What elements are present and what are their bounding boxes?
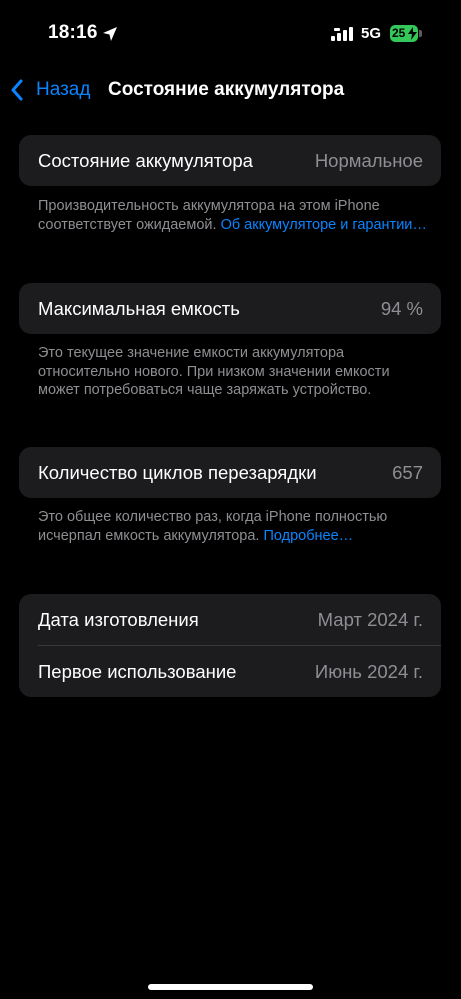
cycle-count-card: Количество циклов перезарядки 657 <box>19 447 441 498</box>
charging-bolt-icon <box>408 27 417 40</box>
manufacture-date-row: Дата изготовления Март 2024 г. <box>19 594 441 645</box>
page-title: Состояние аккумулятора <box>108 79 345 100</box>
status-time: 18:16 <box>48 22 98 43</box>
battery-percent: 25 <box>392 26 406 40</box>
back-button[interactable]: Назад <box>10 78 90 102</box>
max-capacity-value: 94 % <box>380 297 423 319</box>
battery-warranty-link[interactable]: Об аккумуляторе и гарантии… <box>221 217 427 233</box>
learn-more-link[interactable]: Подробнее… <box>263 528 353 544</box>
max-capacity-note: Это текущее значение емкости аккумулятор… <box>38 344 428 400</box>
cycle-count-row: Количество циклов перезарядки 657 <box>19 447 441 498</box>
status-bar: 18:16 5G 25 <box>0 0 461 70</box>
battery-health-note: Производительность аккумулятора на этом … <box>38 197 428 234</box>
manufacture-date-value: Март 2024 г. <box>317 608 423 630</box>
max-capacity-note-text: Это текущее значение емкости аккумулятор… <box>38 345 390 398</box>
cycle-count-value: 657 <box>392 461 423 483</box>
network-type: 5G <box>361 25 382 42</box>
max-capacity-row: Максимальная емкость 94 % <box>19 283 441 334</box>
battery-icon: 25 <box>390 25 422 42</box>
first-use-row: Первое использование Июнь 2024 г. <box>19 646 441 697</box>
dates-card: Дата изготовления Март 2024 г. Первое ис… <box>19 594 441 697</box>
battery-health-value: Нормальное <box>314 149 423 171</box>
location-arrow-icon <box>103 27 117 41</box>
back-label: Назад <box>36 79 91 100</box>
nav-bar: Назад Состояние аккумулятора <box>0 70 461 110</box>
battery-health-row: Состояние аккумулятора Нормальное <box>19 135 441 186</box>
chevron-left-icon <box>11 79 23 101</box>
cycle-count-label: Количество циклов перезарядки <box>38 461 317 483</box>
manufacture-date-label: Дата изготовления <box>38 608 199 630</box>
battery-health-label: Состояние аккумулятора <box>38 149 253 171</box>
battery-health-card: Состояние аккумулятора Нормальное <box>19 135 441 186</box>
first-use-label: Первое использование <box>38 660 237 682</box>
home-indicator[interactable] <box>148 984 313 990</box>
cycle-count-note: Это общее количество раз, когда iPhone п… <box>38 508 428 545</box>
cellular-signal-icon <box>331 27 353 41</box>
max-capacity-card: Максимальная емкость 94 % <box>19 283 441 334</box>
first-use-value: Июнь 2024 г. <box>314 660 423 682</box>
max-capacity-label: Максимальная емкость <box>38 297 240 319</box>
